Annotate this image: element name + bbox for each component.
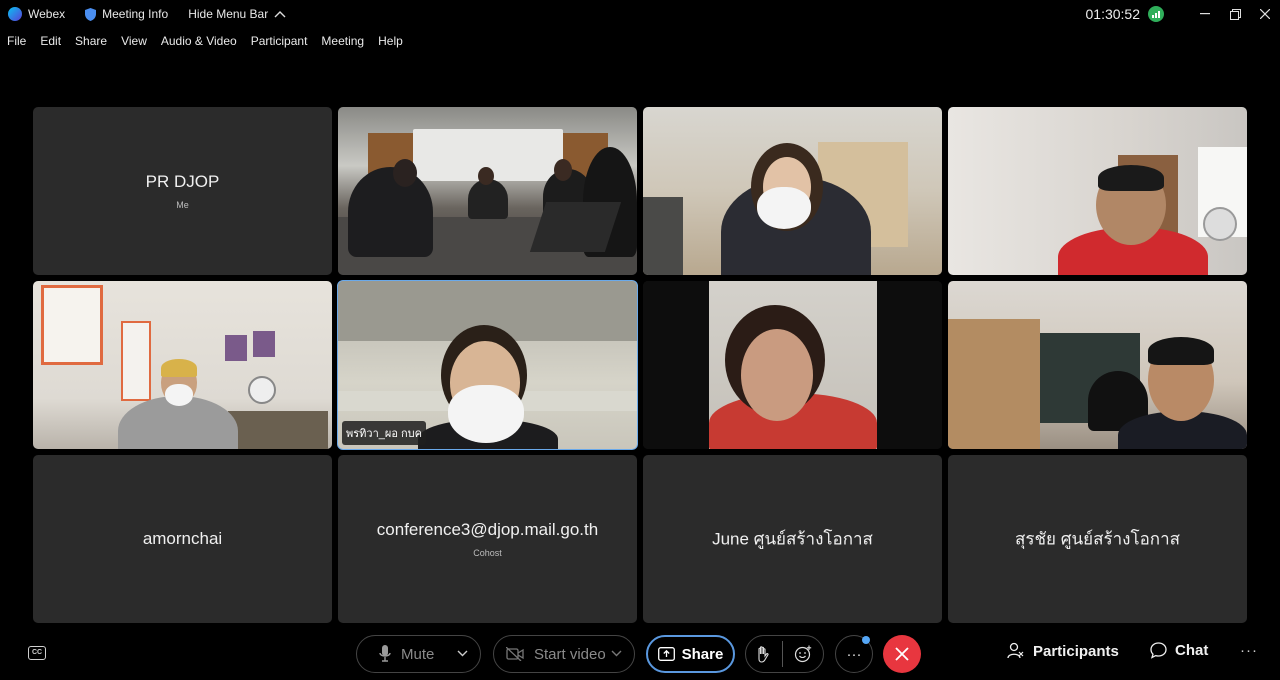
participants-button[interactable]: Participants xyxy=(1007,642,1119,660)
app-name: Webex xyxy=(28,7,66,21)
minimize-icon[interactable] xyxy=(1190,0,1220,28)
close-icon xyxy=(895,647,909,661)
video-off-icon xyxy=(506,647,524,661)
video-grid: PR DJOP Me พรทิวา_ผอ กบค amornchai confe… xyxy=(33,107,1247,623)
meeting-info-button[interactable]: Meeting Info xyxy=(85,7,168,21)
participant-video-tile[interactable] xyxy=(643,107,942,275)
video-feed xyxy=(643,107,942,275)
video-feed xyxy=(33,281,332,449)
participant-tile[interactable]: June ศูนย์สร้างโอกาส xyxy=(643,455,942,623)
participant-video-tile-active-speaker[interactable]: พรทิวา_ผอ กบค xyxy=(337,280,638,450)
reactions-icon[interactable] xyxy=(794,645,812,663)
title-bar: Webex Meeting Info Hide Menu Bar 01:30:5… xyxy=(0,0,1280,28)
raise-hand-icon[interactable] xyxy=(756,645,770,663)
participant-name: June ศูนย์สร้างโอกาส xyxy=(712,529,873,549)
participant-name: สุรชัย ศูนย์สร้างโอกาส xyxy=(1014,529,1180,549)
menu-help[interactable]: Help xyxy=(371,34,410,48)
menu-share[interactable]: Share xyxy=(68,34,114,48)
meeting-info-label: Meeting Info xyxy=(102,7,169,21)
participants-label: Participants xyxy=(1033,642,1119,660)
chat-button[interactable]: Chat xyxy=(1150,642,1208,659)
closed-captions-icon[interactable]: CC xyxy=(28,646,46,660)
participant-tile[interactable]: PR DJOP Me xyxy=(33,107,332,275)
chat-label: Chat xyxy=(1175,642,1209,659)
menu-audio-video[interactable]: Audio & Video xyxy=(154,34,244,48)
participant-video-tile[interactable] xyxy=(948,107,1247,275)
leave-meeting-button[interactable] xyxy=(883,635,921,673)
menu-bar: File Edit Share View Audio & Video Parti… xyxy=(0,30,410,52)
mute-button[interactable]: Mute xyxy=(356,635,481,673)
video-feed xyxy=(338,107,637,275)
more-panels-button[interactable]: ··· xyxy=(1240,642,1258,659)
close-window-icon[interactable] xyxy=(1250,0,1280,28)
menu-view[interactable]: View xyxy=(114,34,154,48)
hide-menu-bar-button[interactable]: Hide Menu Bar xyxy=(188,7,286,21)
meeting-controls: CC Mute Start video Share ··· Participan… xyxy=(0,632,1280,676)
chevron-down-icon[interactable] xyxy=(611,648,622,660)
restore-icon[interactable] xyxy=(1220,0,1250,28)
divider xyxy=(782,641,783,667)
share-screen-icon xyxy=(657,647,675,661)
participant-video-tile[interactable] xyxy=(643,281,942,449)
menu-meeting[interactable]: Meeting xyxy=(314,34,371,48)
video-feed xyxy=(643,281,942,449)
participant-name-tag: พรทิวา_ผอ กบค xyxy=(342,421,426,445)
chevron-up-icon xyxy=(274,11,286,18)
participant-video-tile[interactable] xyxy=(33,281,332,449)
chat-icon xyxy=(1150,642,1167,659)
reactions-group xyxy=(745,635,824,673)
app-title: Webex xyxy=(8,7,65,21)
notification-dot xyxy=(862,636,870,644)
participants-icon xyxy=(1007,642,1024,659)
participant-role: Me xyxy=(176,200,189,210)
start-video-label: Start video xyxy=(534,645,606,663)
more-options-label: ··· xyxy=(846,645,862,663)
meeting-clock: 01:30:52 xyxy=(1085,6,1141,22)
microphone-icon xyxy=(379,645,391,663)
mute-label: Mute xyxy=(401,645,435,663)
participant-tile[interactable]: amornchai xyxy=(33,455,332,623)
hide-menu-label: Hide Menu Bar xyxy=(188,7,269,21)
start-video-button[interactable]: Start video xyxy=(493,635,635,673)
webex-logo-icon xyxy=(8,7,22,21)
share-button[interactable]: Share xyxy=(646,635,735,673)
title-bar-right: 01:30:52 xyxy=(1086,0,1280,28)
menu-participant[interactable]: Participant xyxy=(244,34,315,48)
participant-name: amornchai xyxy=(142,529,223,548)
participant-tile[interactable]: สุรชัย ศูนย์สร้างโอกาส xyxy=(948,455,1247,623)
participant-video-tile[interactable] xyxy=(948,281,1247,449)
participant-role: Cohost xyxy=(473,548,502,558)
connection-quality-icon[interactable] xyxy=(1148,6,1164,22)
chevron-down-icon[interactable] xyxy=(457,648,468,660)
participant-name: conference3@djop.mail.go.th xyxy=(376,520,599,539)
share-label: Share xyxy=(681,645,724,663)
participant-video-tile[interactable] xyxy=(338,107,637,275)
menu-file[interactable]: File xyxy=(0,34,33,48)
video-feed xyxy=(948,281,1247,449)
shield-icon xyxy=(85,7,97,21)
participant-name: PR DJOP xyxy=(145,172,220,191)
video-feed xyxy=(948,107,1247,275)
menu-edit[interactable]: Edit xyxy=(33,34,68,48)
participant-tile[interactable]: conference3@djop.mail.go.th Cohost xyxy=(338,455,637,623)
